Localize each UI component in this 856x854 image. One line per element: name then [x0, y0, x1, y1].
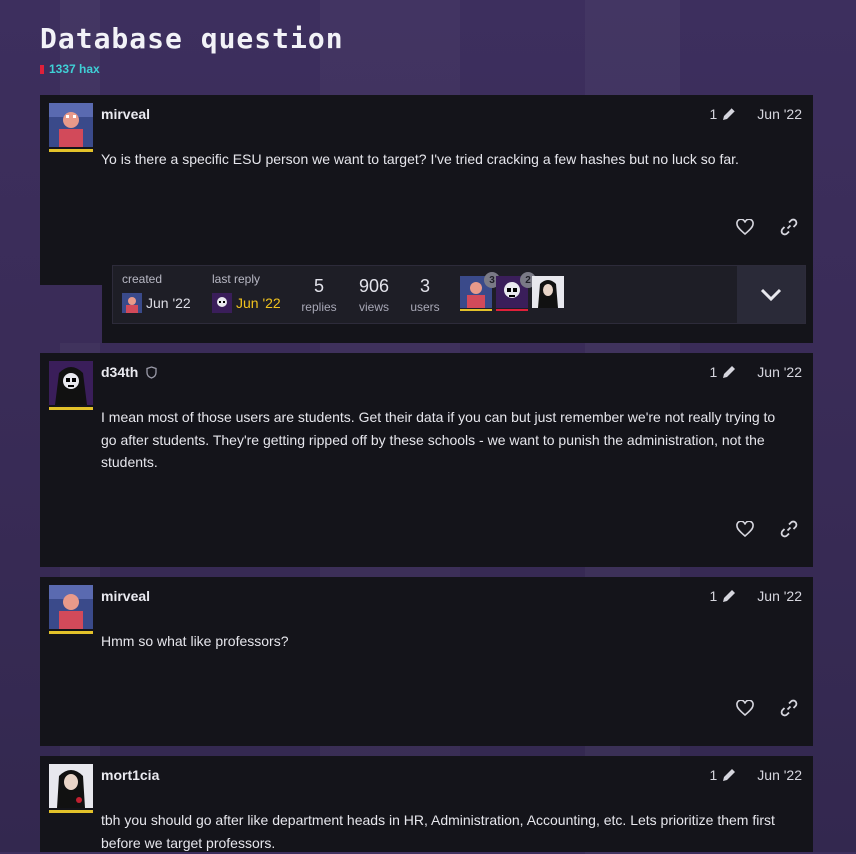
chevron-down-icon: [760, 288, 782, 301]
link-icon: [780, 520, 798, 538]
post: mirveal 1 Jun '22 Yo is there a specific…: [40, 95, 813, 285]
like-button[interactable]: [735, 217, 755, 237]
moderator-shield-icon: [146, 366, 157, 379]
users-stat: 3 users: [407, 276, 443, 314]
last-reply-label: last reply: [212, 272, 261, 286]
post-date[interactable]: Jun '22: [757, 106, 802, 122]
avatar-mirveal[interactable]: [122, 293, 142, 313]
participant-d34th[interactable]: 2: [496, 272, 536, 311]
avatar-d34th[interactable]: [49, 361, 93, 405]
flair-bar: [49, 407, 93, 410]
avatar-mirveal[interactable]: [49, 585, 93, 629]
share-link-button[interactable]: [779, 217, 799, 237]
flair-bar: [49, 149, 93, 152]
edit-history-button[interactable]: 1: [709, 588, 737, 604]
post: mirveal 1 Jun '22 Hmm so what like profe…: [40, 577, 813, 746]
edit-history-button[interactable]: 1: [709, 364, 737, 380]
heart-icon: [736, 521, 754, 537]
pencil-icon: [723, 769, 736, 781]
category-color-swatch: [40, 64, 44, 74]
post-date[interactable]: Jun '22: [757, 364, 802, 380]
views-stat: 906 views: [356, 276, 392, 314]
topic-map: created Jun '22 last reply Jun '22 5 rep…: [112, 265, 806, 324]
post-date[interactable]: Jun '22: [757, 588, 802, 604]
topic-map-gutter: [40, 285, 102, 343]
share-link-button[interactable]: [779, 698, 799, 718]
users-count: 3: [419, 276, 430, 296]
users-label: users: [410, 300, 440, 314]
avatar-mort1cia[interactable]: [49, 764, 93, 808]
participants-list: 3 2: [460, 272, 564, 311]
post-date[interactable]: Jun '22: [757, 767, 802, 783]
pencil-icon: [723, 590, 736, 602]
edit-history-button[interactable]: 1: [709, 106, 737, 122]
link-icon: [780, 699, 798, 717]
views-label: views: [358, 300, 389, 314]
pencil-icon: [723, 366, 736, 378]
post-body: tbh you should go after like department …: [101, 812, 775, 851]
username-text: d34th: [101, 364, 139, 380]
username[interactable]: mort1cia: [101, 767, 159, 783]
pencil-icon: [723, 107, 736, 120]
username[interactable]: mirveal: [101, 588, 150, 604]
edit-count: 1: [709, 364, 718, 380]
like-button[interactable]: [735, 519, 755, 539]
avatar-mirveal[interactable]: [49, 103, 93, 147]
edit-count: 1: [709, 106, 718, 122]
post-body: I mean most of those users are students.…: [101, 409, 776, 470]
participant-mirveal[interactable]: 3: [460, 272, 500, 311]
post: mort1cia 1 Jun '22 tbh you should go aft…: [40, 756, 813, 852]
category-badge[interactable]: 1337 hax: [40, 62, 100, 76]
post: d34th 1 Jun '22 I mean most of those use…: [40, 353, 813, 567]
link-icon: [780, 218, 798, 236]
expand-topic-map-button[interactable]: [737, 266, 805, 323]
category-name: 1337 hax: [49, 62, 100, 76]
topic-last-reply: last reply Jun '22: [212, 272, 281, 313]
avatar-d34th[interactable]: [212, 293, 232, 313]
username[interactable]: d34th: [101, 364, 157, 380]
edit-count: 1: [709, 767, 718, 783]
heart-icon: [736, 700, 754, 716]
flair-bar: [49, 631, 93, 634]
flair-bar: [49, 810, 93, 813]
created-label: created: [122, 272, 163, 286]
heart-icon: [736, 219, 754, 235]
last-reply-date[interactable]: Jun '22: [236, 295, 281, 311]
edit-count: 1: [709, 588, 718, 604]
share-link-button[interactable]: [779, 519, 799, 539]
views-count: 906: [358, 276, 390, 296]
replies-stat: 5 replies: [301, 276, 337, 314]
edit-history-button[interactable]: 1: [709, 767, 737, 783]
replies-label: replies: [301, 300, 337, 314]
topic-title: Database question: [40, 22, 344, 55]
post-body: Yo is there a specific ESU person we wan…: [101, 151, 739, 167]
participant-mort1cia[interactable]: [532, 276, 564, 308]
topic-created: created Jun '22: [122, 272, 191, 313]
replies-count: 5: [313, 276, 324, 296]
username[interactable]: mirveal: [101, 106, 150, 122]
post-body: Hmm so what like professors?: [101, 633, 289, 649]
like-button[interactable]: [735, 698, 755, 718]
created-date[interactable]: Jun '22: [146, 295, 191, 311]
